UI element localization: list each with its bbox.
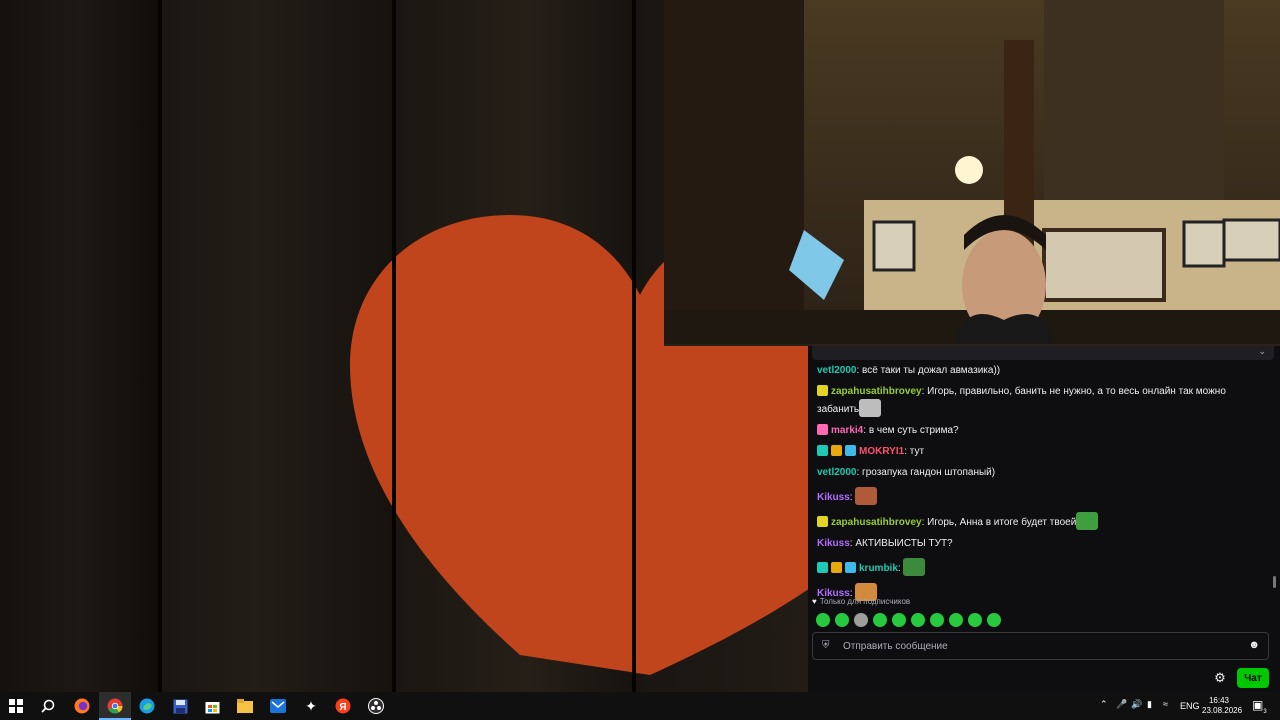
- chat-message-text: грозапука гандон штопаный): [862, 467, 996, 478]
- subscriber-emotes: [816, 613, 1001, 627]
- chat-emote-image[interactable]: [903, 558, 926, 576]
- svg-text:Я: Я: [339, 702, 346, 713]
- obs-icon[interactable]: [367, 697, 385, 715]
- user-badge-icon[interactable]: [845, 562, 856, 573]
- clock-date: 23.08.2026: [1202, 706, 1243, 715]
- chat-emote-image[interactable]: [1076, 512, 1099, 530]
- chat-message: MOKRYI1: тут: [817, 445, 1267, 459]
- subscribers-only-label: ♥ Только для подписчиков: [812, 597, 910, 606]
- subs-only-text: Только для подписчиков: [819, 597, 911, 606]
- user-badge-icon[interactable]: [817, 445, 828, 456]
- windows-taskbar: ✦ Я ⌃ 🎤 🔊 ▮ ≈ ENG 16:43 23.08.2026 ▣3: [0, 692, 1280, 720]
- chat-username[interactable]: vetl2000: [817, 365, 856, 376]
- screen: ⌄ vetl2000: всё таки ты дожал авмазика))…: [0, 0, 1280, 692]
- notification-count: 3: [1263, 709, 1267, 715]
- chat-message-text: всё таки ты дожал авмазика)): [862, 365, 1001, 376]
- chat-message-text: в чем суть стрима?: [868, 425, 959, 436]
- chat-message: vetl2000: всё таки ты дожал авмазика)): [817, 364, 1267, 378]
- user-badge-icon[interactable]: [817, 385, 828, 396]
- firefox-icon[interactable]: [73, 697, 91, 715]
- webcam-overlay: [664, 0, 1280, 346]
- chat-message-input[interactable]: [843, 638, 1233, 654]
- yandex-icon[interactable]: Я: [334, 697, 352, 715]
- chat-message-text: тут: [909, 446, 925, 457]
- chat-message: Kikuss:: [817, 487, 1267, 505]
- sparkle-icon[interactable]: ✦: [302, 697, 320, 715]
- chat-username[interactable]: MOKRYI1: [859, 446, 904, 457]
- emote-button[interactable]: [949, 613, 963, 627]
- clock[interactable]: 16:43 23.08.2026: [1202, 696, 1243, 716]
- edge-icon[interactable]: [138, 697, 156, 715]
- shield-icon: ⛨: [822, 640, 830, 651]
- chat-message-text: АКТИВЫИСТЫ ТУТ?: [855, 538, 953, 549]
- chat-scrollbar[interactable]: [1273, 576, 1276, 588]
- language-indicator[interactable]: ENG: [1180, 701, 1200, 711]
- chevron-up-icon[interactable]: ⌃: [1100, 699, 1108, 710]
- chat-message: Kikuss: АКТИВЫИСТЫ ТУТ?: [817, 537, 1267, 551]
- chat-message-text: Игорь, Анна в итоге будет твоей: [927, 517, 1077, 528]
- chat-username[interactable]: zapahusatihbrovey: [831, 517, 922, 528]
- file-explorer-icon[interactable]: [236, 697, 254, 715]
- microphone-icon[interactable]: 🎤: [1116, 699, 1127, 710]
- chevron-down-icon[interactable]: ⌄: [1258, 346, 1266, 357]
- chat-panel: ⌄ vetl2000: всё таки ты дожал авмазика))…: [808, 346, 1280, 692]
- chat-emote-image[interactable]: [859, 399, 882, 417]
- chat-message: krumbik:: [817, 558, 1267, 576]
- chat-username[interactable]: Kikuss: [817, 492, 850, 503]
- user-badge-icon[interactable]: [831, 562, 842, 573]
- emoji-picker-icon[interactable]: ☻: [1248, 639, 1260, 651]
- user-badge-icon[interactable]: [845, 445, 856, 456]
- wifi-icon[interactable]: ≈: [1163, 699, 1168, 709]
- user-badge-icon[interactable]: [817, 424, 828, 435]
- emote-button[interactable]: [873, 613, 887, 627]
- chat-message: zapahusatihbrovey: Игорь, правильно, бан…: [817, 385, 1267, 417]
- emote-button[interactable]: [968, 613, 982, 627]
- chrome-icon[interactable]: [106, 697, 124, 715]
- chat-message: zapahusatihbrovey: Игорь, Анна в итоге б…: [817, 512, 1267, 530]
- battery-icon[interactable]: ▮: [1147, 699, 1152, 710]
- store-icon[interactable]: [203, 697, 221, 715]
- chat-header-bar: ⌄: [812, 346, 1274, 360]
- start-icon[interactable]: [7, 697, 25, 715]
- chat-message: marki4: в чем суть стрима?: [817, 424, 1267, 438]
- emote-button[interactable]: [835, 613, 849, 627]
- emote-button[interactable]: [892, 613, 906, 627]
- save-icon[interactable]: [171, 697, 189, 715]
- emote-button[interactable]: [987, 613, 1001, 627]
- search-icon[interactable]: [39, 697, 57, 715]
- volume-icon[interactable]: 🔊: [1131, 699, 1142, 710]
- mail-icon[interactable]: [269, 697, 287, 715]
- clock-time: 16:43: [1208, 696, 1230, 705]
- user-badge-icon[interactable]: [817, 516, 828, 527]
- chat-emote-image[interactable]: [855, 487, 878, 505]
- emote-button[interactable]: [854, 613, 868, 627]
- chat-username[interactable]: Kikuss: [817, 538, 850, 549]
- chat-username[interactable]: zapahusatihbrovey: [831, 386, 922, 397]
- heart-icon: ♥: [812, 597, 817, 606]
- user-badge-icon[interactable]: [831, 445, 842, 456]
- notifications-icon[interactable]: ▣3: [1252, 698, 1267, 715]
- chat-messages: vetl2000: всё таки ты дожал авмазика)) za…: [817, 364, 1267, 608]
- chat-settings-gear-icon[interactable]: ⚙: [1212, 670, 1228, 686]
- chat-message: vetl2000: грозапука гандон штопаный): [817, 466, 1267, 480]
- chat-username[interactable]: vetl2000: [817, 467, 856, 478]
- emote-button[interactable]: [911, 613, 925, 627]
- chat-username[interactable]: krumbik: [859, 563, 898, 574]
- chat-input-box: ⛨ ☻: [812, 632, 1269, 660]
- user-badge-icon[interactable]: [817, 562, 828, 573]
- emote-button[interactable]: [930, 613, 944, 627]
- chat-send-button[interactable]: Чат: [1237, 668, 1269, 688]
- emote-button[interactable]: [816, 613, 830, 627]
- chat-username[interactable]: marki4: [831, 425, 863, 436]
